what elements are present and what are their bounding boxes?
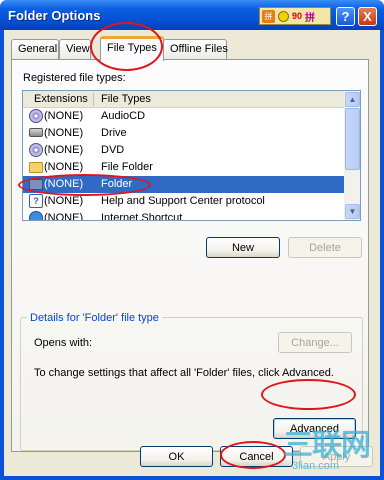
scroll-thumb[interactable] [345, 108, 360, 170]
new-button[interactable]: New [206, 237, 280, 258]
ime-mode-icon[interactable] [278, 10, 289, 22]
dialog-client-area: General View File Types Offline Files Re… [4, 30, 380, 476]
help-button[interactable]: ? [336, 7, 355, 26]
tab-view[interactable]: View [59, 39, 91, 59]
list-item-selected[interactable]: (NONE) Folder [23, 176, 344, 193]
list-item[interactable]: (NONE) Drive [23, 125, 344, 142]
scroll-up-icon[interactable]: ▲ [345, 92, 360, 107]
list-item-extension: (NONE) [44, 110, 84, 122]
close-button[interactable]: X [358, 7, 377, 26]
ime-mode-label[interactable]: 90 [292, 11, 302, 21]
list-item[interactable]: (NONE) File Folder [23, 159, 344, 176]
list-item[interactable]: ? (NONE) Help and Support Center protoco… [23, 193, 344, 210]
list-header: Extensions File Types [23, 91, 344, 108]
list-item-type: Drive [101, 127, 127, 139]
web-icon [29, 211, 43, 220]
advanced-button[interactable]: Advanced [273, 418, 356, 439]
file-types-list[interactable]: Extensions File Types (NONE) AudioCD (NO… [22, 90, 361, 221]
column-file-types[interactable]: File Types [101, 93, 151, 105]
file-types-panel: Registered file types: Extensions File T… [11, 59, 369, 452]
ime-logo-icon[interactable]: 拼 [262, 9, 275, 23]
opens-with-label: Opens with: [34, 337, 93, 349]
list-item-extension: (NONE) [44, 195, 84, 207]
folder-options-window: Folder Options 拼 90 拼 ? X General View F… [0, 0, 384, 480]
list-item-extension: (NONE) [44, 144, 84, 156]
cd-icon [29, 143, 43, 157]
list-scrollbar[interactable]: ▲ ▼ [344, 91, 360, 220]
ok-button[interactable]: OK [140, 446, 213, 467]
list-item-type: Help and Support Center protocol [101, 195, 265, 207]
details-info-text: To change settings that affect all 'Fold… [34, 367, 334, 379]
help-icon: ? [29, 194, 43, 208]
tab-general[interactable]: General [11, 39, 59, 59]
list-item-extension: (NONE) [44, 127, 84, 139]
list-item[interactable]: (NONE) AudioCD [23, 108, 344, 125]
folder-icon [29, 162, 43, 173]
ime-toolbar[interactable]: 拼 90 拼 [259, 7, 331, 25]
scroll-down-icon[interactable]: ▼ [345, 204, 360, 219]
tab-file-types[interactable]: File Types [100, 36, 164, 61]
drive-icon [29, 128, 43, 137]
change-button[interactable]: Change... [278, 332, 352, 353]
list-item-type: Internet Shortcut [101, 212, 183, 221]
column-divider[interactable] [93, 93, 94, 106]
list-item-extension: (NONE) [44, 212, 84, 221]
list-item-extension: (NONE) [44, 161, 84, 173]
cancel-button[interactable]: Cancel [220, 446, 293, 467]
apply-button[interactable]: Apply [300, 446, 373, 467]
list-item-type: Folder [101, 178, 133, 190]
title-bar[interactable]: Folder Options 拼 90 拼 ? X [0, 0, 384, 30]
delete-button[interactable]: Delete [288, 237, 362, 258]
details-group-title: Details for 'Folder' file type [27, 312, 162, 324]
list-item[interactable]: (NONE) DVD [23, 142, 344, 159]
tab-offline-files[interactable]: Offline Files [163, 39, 228, 59]
column-extensions[interactable]: Extensions [34, 93, 88, 105]
list-item-extension: (NONE) [44, 178, 84, 190]
window-title: Folder Options [8, 8, 101, 23]
list-item-type: AudioCD [101, 110, 146, 122]
cd-icon [29, 109, 43, 123]
list-item[interactable]: (NONE) Internet Shortcut [23, 210, 344, 221]
registered-file-types-label: Registered file types: [23, 72, 126, 84]
list-item-type: DVD [101, 144, 125, 156]
list-item-type: File Folder [101, 161, 153, 173]
folder-icon [29, 179, 43, 190]
ime-han-label[interactable]: 拼 [305, 9, 315, 24]
